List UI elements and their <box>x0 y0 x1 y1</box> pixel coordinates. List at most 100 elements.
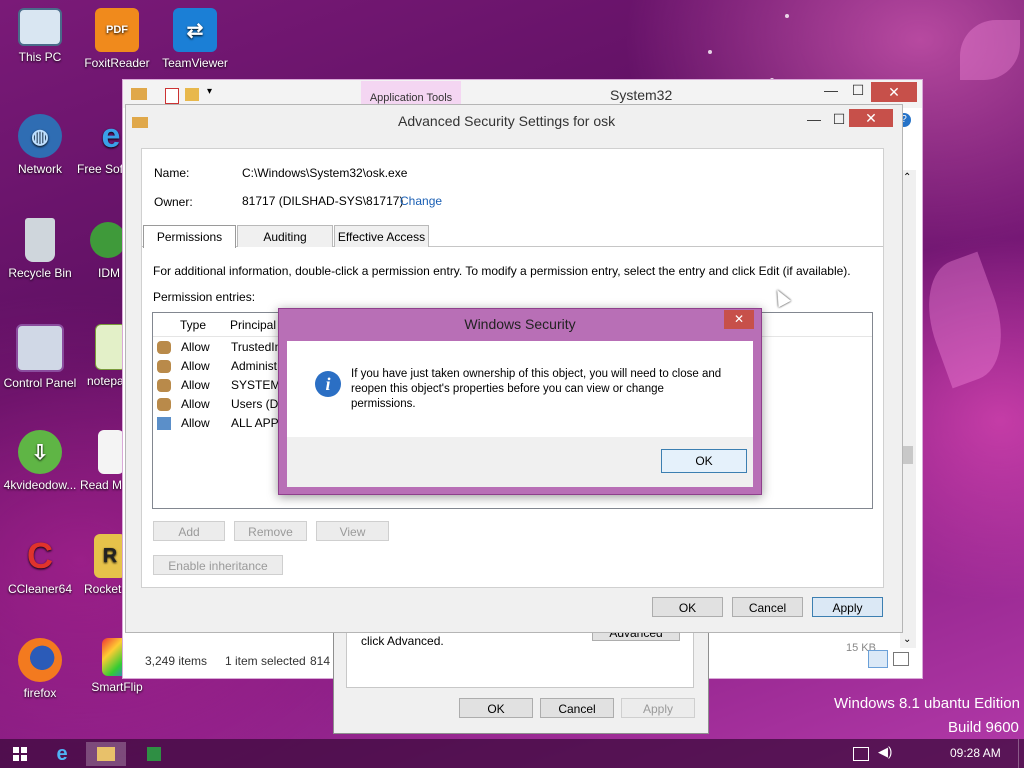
pdf-icon: PDF <box>95 8 139 52</box>
taskbar-excel[interactable] <box>134 742 174 766</box>
column-header-type[interactable]: Type <box>180 318 206 332</box>
folder-icon <box>97 747 115 761</box>
name-value: C:\Windows\System32\osk.exe <box>242 166 408 180</box>
ie-icon: e <box>56 742 68 765</box>
permission-row[interactable]: Allow ALL APPL <box>153 414 285 433</box>
permission-row[interactable]: Allow Administ <box>153 357 283 376</box>
owner-value: 81717 (DILSHAD-SYS\81717) <box>242 194 404 208</box>
desktop-icon-control-panel[interactable]: Control Panel <box>0 324 80 390</box>
minimize-button[interactable]: — <box>816 80 846 100</box>
tab-auditing[interactable]: Auditing <box>237 225 333 247</box>
properties-apply-button[interactable]: Apply <box>621 698 695 718</box>
windows-security-dialog: Windows Security ✕ i If you have just ta… <box>278 308 762 495</box>
advanced-cancel-button[interactable]: Cancel <box>732 597 803 617</box>
build-watermark: Build 9600 <box>948 719 1019 736</box>
globe-icon: ◍ <box>18 114 62 158</box>
document-icon <box>98 430 124 474</box>
windows-logo-icon <box>13 747 27 761</box>
control-panel-icon <box>16 324 64 372</box>
status-size: 814 <box>310 654 331 668</box>
scroll-up-icon[interactable]: ⌃ <box>903 172 911 183</box>
network-tray-icon[interactable] <box>853 747 869 761</box>
permission-entries-label: Permission entries: <box>153 290 256 304</box>
details-view-icon[interactable] <box>868 650 888 668</box>
desktop-icon-network[interactable]: ◍ Network <box>0 114 80 176</box>
desktop-icon-free-sof[interactable]: e Free Sof <box>77 114 125 177</box>
ie-icon: e <box>101 116 121 155</box>
properties-ok-button[interactable]: OK <box>459 698 533 718</box>
close-button[interactable]: ✕ <box>871 82 917 102</box>
permission-row[interactable]: Allow Users (DIL <box>153 395 288 414</box>
tab-permissions[interactable]: Permissions <box>143 225 236 248</box>
security-dialog-body: i If you have just taken ownership of th… <box>287 341 753 487</box>
permissions-info-text: For additional information, double-click… <box>153 264 851 278</box>
users-icon <box>157 341 171 354</box>
owner-label: Owner: <box>154 195 193 209</box>
teamviewer-icon: ⇄ <box>173 8 217 52</box>
scroll-thumb[interactable] <box>903 446 913 464</box>
show-desktop-button[interactable] <box>1018 739 1024 768</box>
taskbar-ie[interactable]: e <box>42 742 82 766</box>
ccleaner-icon: C <box>27 535 53 576</box>
desktop-icon-rocket[interactable]: R Rocket <box>84 534 126 596</box>
enable-inheritance-button[interactable]: Enable inheritance <box>153 555 283 575</box>
monitor-icon <box>18 8 62 46</box>
explorer-title: System32 <box>610 87 673 103</box>
scroll-down-icon[interactable]: ⌄ <box>903 634 911 645</box>
desktop-icon-foxitreader[interactable]: PDF FoxitReader <box>77 8 157 70</box>
properties-text: click Advanced. <box>361 634 444 648</box>
maximize-button[interactable]: ☐ <box>843 80 873 100</box>
app-package-icon <box>157 417 171 430</box>
properties-cancel-button[interactable]: Cancel <box>540 698 614 718</box>
firefox-icon <box>18 638 62 682</box>
idm-icon <box>90 222 126 258</box>
desktop-icon-teamviewer[interactable]: ⇄ TeamViewer <box>155 8 235 70</box>
advanced-apply-button[interactable]: Apply <box>812 597 883 617</box>
volume-tray-icon[interactable]: ◀) <box>878 744 892 760</box>
change-owner-link[interactable]: Change <box>400 194 442 208</box>
security-ok-button[interactable]: OK <box>661 449 747 473</box>
view-button[interactable]: View <box>316 521 389 541</box>
download-cloud-icon: ⇩ <box>18 430 62 474</box>
desktop-icon-firefox[interactable]: firefox <box>0 638 80 700</box>
permission-row[interactable]: Allow SYSTEM <box>153 376 283 395</box>
properties-qat-icon[interactable] <box>165 88 179 104</box>
security-close-button[interactable]: ✕ <box>724 310 754 329</box>
users-icon <box>157 360 171 373</box>
desktop-icon-recycle-bin[interactable]: Recycle Bin <box>0 218 80 280</box>
add-button[interactable]: Add <box>153 521 225 541</box>
column-header-principal[interactable]: Principal <box>230 318 276 332</box>
advanced-ok-button[interactable]: OK <box>652 597 723 617</box>
users-icon <box>157 379 171 392</box>
info-icon: i <box>315 371 341 397</box>
clock[interactable]: 09:28 AM <box>950 746 1001 760</box>
status-selected: 1 item selected <box>225 654 306 668</box>
start-button[interactable] <box>0 742 40 766</box>
wallpaper-petal <box>911 251 1019 389</box>
permission-row[interactable]: Allow TrustedIn <box>153 338 283 357</box>
status-item-count: 3,249 items <box>145 654 208 668</box>
security-dialog-title: Windows Security <box>464 316 576 332</box>
desktop-icon-this-pc[interactable]: This PC <box>0 8 80 64</box>
remove-button[interactable]: Remove <box>234 521 307 541</box>
desktop-icon-4kvideodownloader[interactable]: ⇩ 4kvideodow... <box>0 430 80 492</box>
wallpaper-petal <box>960 20 1020 80</box>
taskbar-file-explorer[interactable] <box>86 742 126 766</box>
wallpaper-star <box>785 14 789 18</box>
wallpaper-star <box>708 50 712 54</box>
close-button[interactable]: ✕ <box>849 109 893 127</box>
desktop-icon-notepad[interactable]: notepa <box>87 324 127 388</box>
desktop-icon-ccleaner[interactable]: C CCleaner64 <box>0 534 80 596</box>
new-folder-qat-icon[interactable] <box>185 88 199 101</box>
customize-qat-icon[interactable]: ▾ <box>207 86 212 97</box>
desktop-icon-idm[interactable]: IDM <box>90 218 126 280</box>
tab-effective-access[interactable]: Effective Access <box>334 225 429 247</box>
advanced-titlebar: Advanced Security Settings for osk — ☐ ✕ <box>126 105 902 135</box>
recycle-bin-icon <box>25 218 55 262</box>
desktop-icon-read-me[interactable]: Read M <box>80 430 126 492</box>
tiles-view-icon[interactable] <box>893 652 909 666</box>
users-icon <box>157 398 171 411</box>
edition-watermark: Windows 8.1 ubantu Edition <box>834 695 1020 712</box>
folder-icon <box>132 117 148 128</box>
spreadsheet-icon <box>147 747 161 761</box>
